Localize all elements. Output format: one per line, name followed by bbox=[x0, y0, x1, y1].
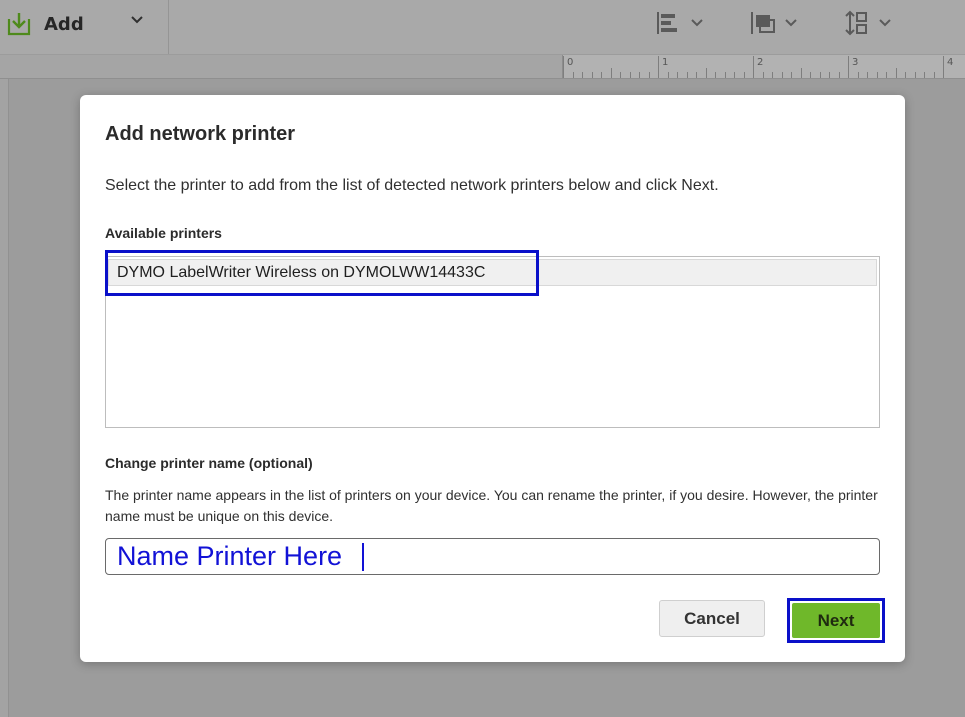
ruler-tick bbox=[639, 72, 640, 78]
ruler-tick bbox=[743, 72, 745, 78]
ruler-tick bbox=[620, 72, 621, 78]
change-printer-name-label: Change printer name (optional) bbox=[105, 455, 313, 471]
ruler-label: 0 bbox=[567, 57, 574, 68]
arrange-dropdown[interactable] bbox=[748, 8, 798, 38]
ruler-tick bbox=[610, 68, 612, 78]
ruler-label: 1 bbox=[662, 57, 669, 68]
available-printers-label: Available printers bbox=[105, 225, 222, 241]
ruler-tick bbox=[895, 68, 897, 78]
distribute-dropdown[interactable] bbox=[842, 8, 892, 38]
ruler-tick bbox=[781, 72, 783, 78]
vertical-ruler bbox=[0, 79, 9, 717]
chevron-down-icon[interactable] bbox=[128, 13, 146, 27]
ruler-tick bbox=[933, 72, 935, 78]
dialog-title: Add network printer bbox=[105, 123, 296, 145]
ruler-tick bbox=[667, 72, 669, 78]
ruler-tick bbox=[886, 72, 887, 78]
ruler-tick bbox=[867, 72, 868, 78]
ruler-tick bbox=[762, 72, 764, 78]
ruler-tick bbox=[591, 72, 593, 78]
ruler-tick bbox=[572, 72, 574, 78]
next-button[interactable]: Next bbox=[792, 603, 880, 638]
arrange-icon bbox=[751, 12, 775, 34]
ruler-tick bbox=[677, 72, 678, 78]
ruler-label: 4 bbox=[947, 57, 954, 68]
rename-help-text: The printer name appears in the list of … bbox=[105, 487, 878, 524]
ruler-tick bbox=[819, 72, 821, 78]
ruler-tick bbox=[876, 72, 878, 78]
ruler-tick bbox=[705, 68, 707, 78]
ruler-tick bbox=[857, 72, 859, 78]
add-download-icon bbox=[7, 13, 31, 36]
ruler-tick bbox=[601, 72, 602, 78]
ruler-tick bbox=[686, 72, 688, 78]
dialog-instruction: Select the printer to add from the list … bbox=[105, 177, 719, 194]
distribute-icon bbox=[845, 10, 867, 36]
ruler-tick bbox=[914, 72, 916, 78]
ruler-tick bbox=[753, 56, 754, 78]
chevron-down-icon bbox=[879, 19, 891, 27]
cancel-button[interactable]: Cancel bbox=[659, 600, 765, 637]
ruler-tick bbox=[724, 72, 726, 78]
ruler-tick bbox=[648, 72, 650, 78]
align-icon bbox=[657, 12, 677, 34]
ruler-tick bbox=[800, 68, 802, 78]
chevron-down-icon bbox=[691, 19, 703, 27]
ruler-tick bbox=[715, 72, 716, 78]
ruler-tick bbox=[943, 56, 944, 78]
ruler-tick bbox=[924, 72, 925, 78]
ruler-tick bbox=[848, 56, 849, 78]
ruler-tick bbox=[629, 72, 631, 78]
ruler-tick bbox=[658, 56, 659, 78]
add-button[interactable]: Add bbox=[6, 8, 84, 40]
main-toolbar: Add bbox=[0, 0, 965, 55]
ruler-tick bbox=[838, 72, 840, 78]
ruler-tick bbox=[772, 72, 773, 78]
ruler-tick bbox=[905, 72, 906, 78]
ruler-tick bbox=[582, 72, 583, 78]
ruler-tick bbox=[829, 72, 830, 78]
ruler-tick bbox=[563, 56, 564, 78]
printer-name: DYMO LabelWriter Wireless on DYMOLWW1443… bbox=[117, 264, 486, 281]
printer-list[interactable]: DYMO LabelWriter Wireless on DYMOLWW1443… bbox=[105, 256, 880, 428]
horizontal-ruler: 0 1 2 3 4 bbox=[0, 55, 965, 79]
ruler-tick bbox=[810, 72, 811, 78]
text-cursor bbox=[362, 543, 364, 571]
printer-list-item[interactable]: DYMO LabelWriter Wireless on DYMOLWW1443… bbox=[108, 259, 877, 286]
toolbar-divider bbox=[168, 0, 169, 54]
add-label: Add bbox=[44, 13, 84, 35]
ruler-label: 3 bbox=[852, 57, 859, 68]
chevron-down-icon bbox=[785, 19, 797, 27]
align-dropdown[interactable] bbox=[654, 8, 704, 38]
next-button-highlight: Next bbox=[787, 598, 885, 643]
ruler-scale: 0 1 2 3 4 bbox=[562, 55, 965, 78]
ruler-tick bbox=[734, 72, 735, 78]
ruler-tick bbox=[696, 72, 697, 78]
ruler-tick bbox=[791, 72, 792, 78]
printer-name-input[interactable] bbox=[105, 538, 880, 575]
add-network-printer-dialog: Add network printer Select the printer t… bbox=[80, 95, 905, 662]
ruler-label: 2 bbox=[757, 57, 764, 68]
